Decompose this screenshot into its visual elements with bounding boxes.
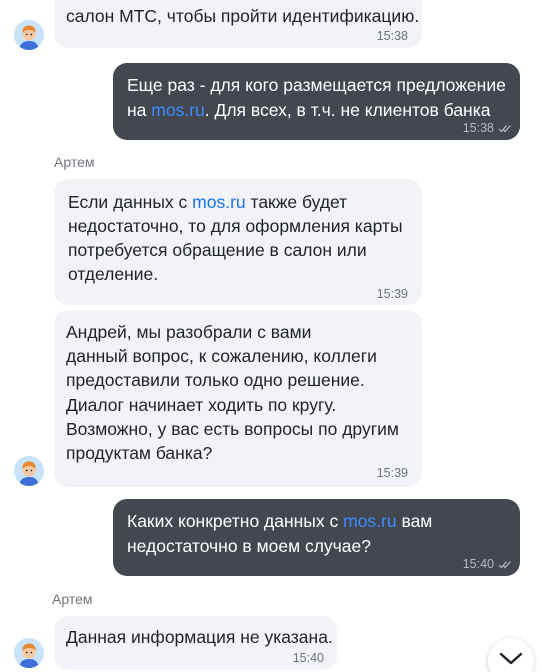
message-text-line2: на mos.ru. Для всех, в т.ч. не клиентов … xyxy=(127,98,490,123)
message-time: 15:39 xyxy=(376,287,408,301)
message-time: 15:40 xyxy=(462,557,494,571)
message-text-line4: отделение. xyxy=(68,264,159,284)
message-text-line1: Каких конкретно данных с mos.ru вам xyxy=(127,509,432,534)
incoming-message: Если данных с mos.ru также будет недоста… xyxy=(54,179,422,305)
text-fragment: вам xyxy=(396,511,433,531)
agent-avatar xyxy=(14,456,44,486)
sender-name: Артем xyxy=(54,154,95,170)
message-time: 15:40 xyxy=(292,651,324,665)
mos-ru-link[interactable]: mos.ru xyxy=(343,511,396,531)
text-fragment: Каких конкретно данных с xyxy=(127,511,344,531)
sender-name: Артем xyxy=(52,591,93,607)
message-text-line5: Возможно, у вас есть вопросы по другим xyxy=(66,419,399,439)
message-text-line4: Диалог начинает ходить по кругу. xyxy=(66,395,337,415)
message-text-line2: недостаточно в моем случае? xyxy=(127,536,371,556)
mos-ru-link[interactable]: mos.ru xyxy=(151,100,204,120)
incoming-message: салон МТС, чтобы пройти идентификацию. 1… xyxy=(54,0,422,48)
message-text-line3: потребуется обращение в салон или xyxy=(68,240,367,260)
outgoing-message: Каких конкретно данных с mos.ru вам недо… xyxy=(113,499,520,576)
message-text: Данная информация не указана. xyxy=(66,627,333,647)
message-time: 15:38 xyxy=(462,121,494,135)
message-text-line6: продуктам банка? xyxy=(66,443,213,463)
message-time: 15:38 xyxy=(376,29,408,43)
message-time-block: 15:40 xyxy=(463,557,512,572)
text-fragment: на xyxy=(127,100,152,120)
double-check-icon xyxy=(498,558,512,572)
outgoing-message: Еще раз - для кого размещается предложен… xyxy=(113,63,520,140)
message-time-block: 15:38 xyxy=(463,121,512,136)
text-fragment: . Для всех, в т.ч. не клиентов банка xyxy=(204,100,491,120)
message-time: 15:39 xyxy=(376,466,408,480)
message-text: салон МТС, чтобы пройти идентификацию. xyxy=(66,6,420,26)
message-text-line3: предоставили только одно решение. xyxy=(66,370,365,390)
incoming-message: Данная информация не указана. 15:40 xyxy=(54,616,337,670)
message-text-line1: Если данных с mos.ru также будет xyxy=(68,190,347,215)
message-text-line1: Андрей, мы разобрали с вами xyxy=(66,322,312,342)
incoming-message: Андрей, мы разобрали с вами данный вопро… xyxy=(54,310,422,487)
message-text-line1: Еще раз - для кого размещается предложен… xyxy=(127,75,506,95)
scroll-to-bottom-button[interactable] xyxy=(488,638,534,672)
agent-avatar xyxy=(14,638,44,668)
double-check-icon xyxy=(498,122,512,136)
mos-ru-link[interactable]: mos.ru xyxy=(192,192,245,212)
message-text-line2: недостаточно, то для оформления карты xyxy=(68,216,403,236)
text-fragment: Если данных с xyxy=(68,192,193,212)
agent-avatar xyxy=(14,20,44,50)
text-fragment: также будет xyxy=(245,192,348,212)
message-text-line2: данный вопрос, к сожалению, коллеги xyxy=(66,346,377,366)
